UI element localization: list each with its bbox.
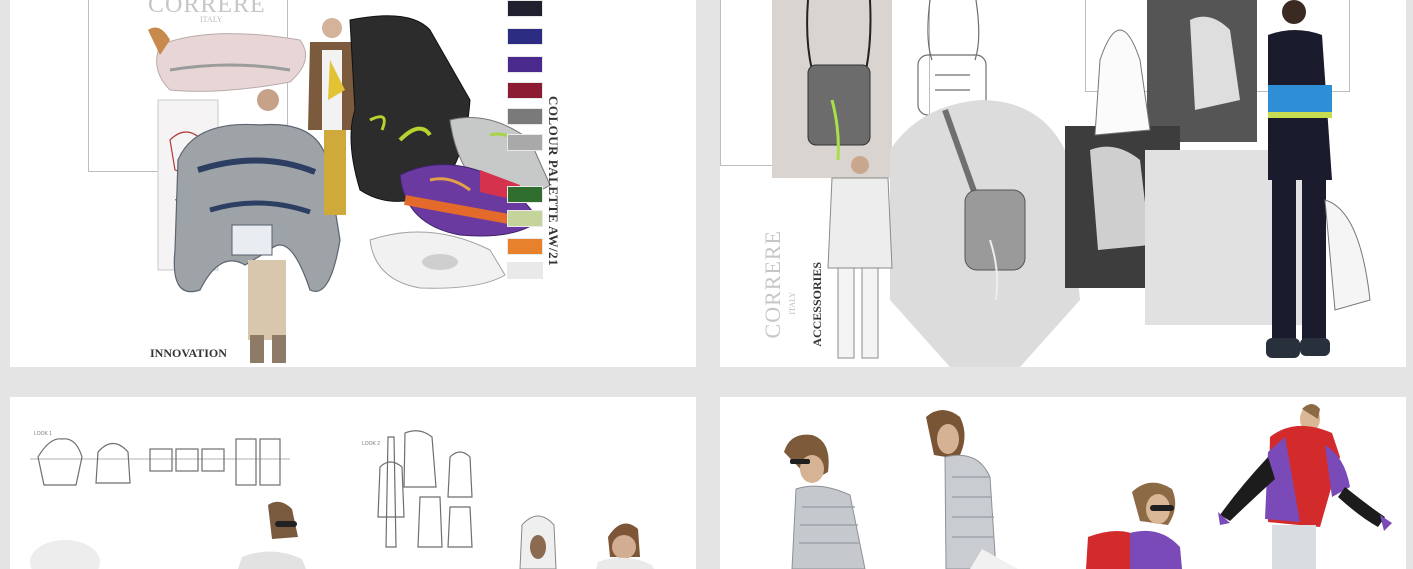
svg-text:LOOK 1: LOOK 1 [34,431,52,437]
swatch [507,28,543,45]
technical-flats-artwork: LOOK 1 LOOK 2 [30,430,654,569]
figures-tile[interactable] [720,397,1406,569]
collage-tile-accessories[interactable]: CORRERE ITALY ACCESSORIES [720,0,1406,367]
figure-red-purple-bust [1086,482,1182,569]
swatch [507,0,543,17]
section-caption: INNOVATION [150,346,227,360]
swatch [507,56,543,73]
swatch [507,210,543,227]
swatch [507,262,543,279]
swatch [507,108,543,125]
colour-palette [507,0,543,282]
sneaker-white [369,231,506,289]
bag-sketch [917,0,987,116]
figure-red-purple-full [1218,404,1392,569]
swatch [507,134,543,151]
figures-artwork [784,404,1392,569]
bag-photo [772,0,892,178]
hoodie-greyscale [890,100,1080,367]
flat-drawings-column: LOOK 2 [362,430,473,548]
svg-text:LOOK 2: LOOK 2 [362,441,380,447]
section-caption: ACCESSORIES [810,262,824,347]
brand-wordmark: CORRERE [760,230,785,339]
model-track-top [1266,0,1371,358]
sneaker-pink [148,27,307,92]
swatch [507,82,543,99]
figure-silver-puffer-2 [926,410,1018,569]
model-illustrations [30,501,654,569]
palette-label: COLOUR PALETTE AW/21 [546,96,561,267]
figure-silver-puffer-1 [784,434,866,569]
swatch [507,238,543,255]
flats-tile[interactable]: LOOK 1 LOOK 2 [10,397,696,569]
model-sketch-figure [827,156,893,359]
collage-tile-innovation[interactable]: CORRERE ITALY COLOUR PALETTE AW/21 INNOV… [10,0,696,367]
collage-artwork [148,15,551,363]
brand-subtitle: ITALY [788,292,797,315]
swatch [507,186,543,203]
flat-drawings-row: LOOK 1 [30,431,290,486]
